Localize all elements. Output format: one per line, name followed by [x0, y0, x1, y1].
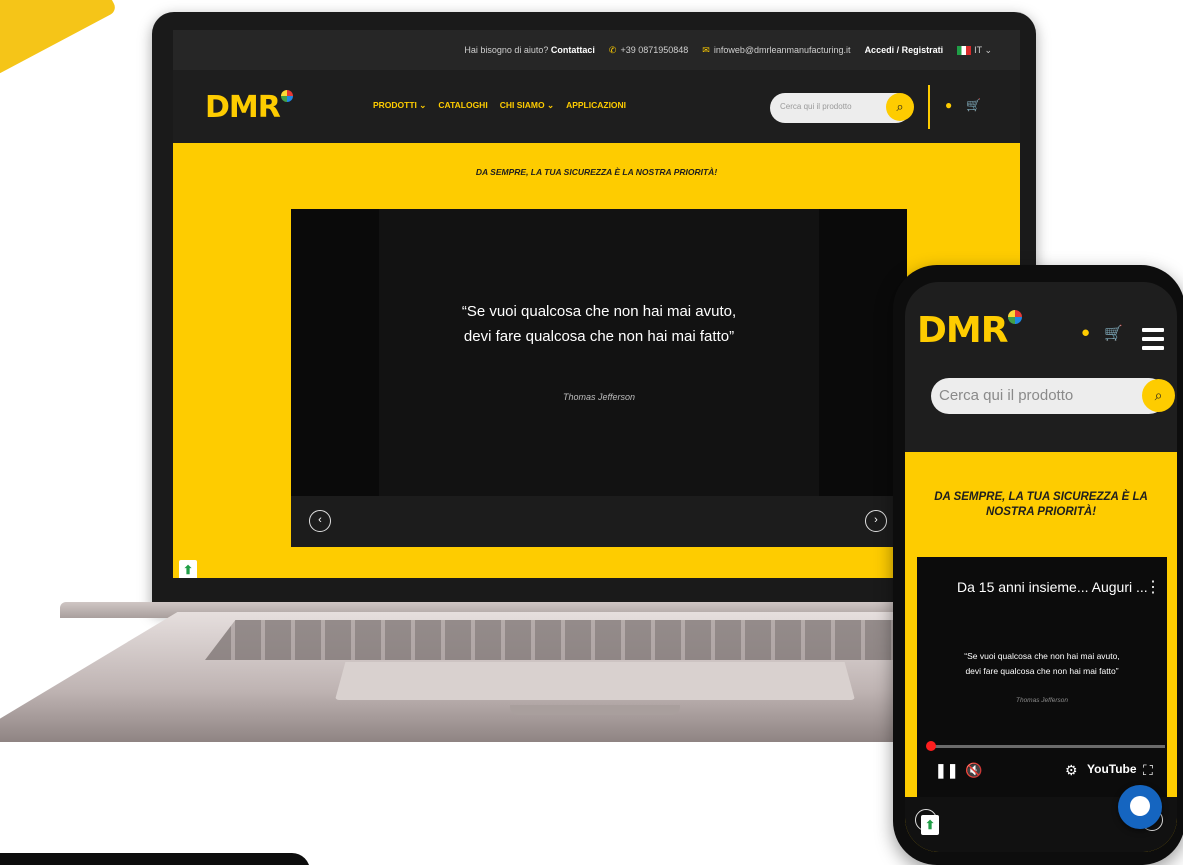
nav-divider	[928, 85, 930, 129]
decorative-yellow-shape	[0, 0, 118, 77]
quote-text: “Se vuoi qualcosa che non hai mai avuto,…	[291, 299, 907, 349]
language-label: IT	[974, 44, 982, 55]
menu-item-label: PRODOTTI	[373, 100, 417, 110]
tagline: DA SEMPRE, LA TUA SICUREZZA È LA NOSTRA …	[475, 167, 718, 177]
pause-icon[interactable]: ❚❚	[935, 762, 958, 779]
carousel-controls: ‹ ›	[291, 496, 907, 547]
chevron-left-icon: ‹	[318, 514, 322, 526]
help-text: Hai bisogno di aiuto?	[464, 45, 549, 55]
dmr-logo[interactable]: DMR	[205, 90, 293, 125]
user-icon[interactable]: ●	[1081, 324, 1090, 342]
laptop-trackpad	[335, 662, 855, 700]
chevron-down-icon: ⌄	[419, 100, 427, 110]
email-address: infoweb@dmrleanmanufacturing.it	[713, 44, 851, 55]
nav-icons: ● 🛒	[945, 98, 981, 112]
more-options-icon[interactable]: ⋮	[1145, 577, 1161, 597]
decorative-black-shape	[0, 853, 310, 865]
chevron-right-icon: ›	[874, 514, 878, 526]
laptop-keyboard	[205, 620, 965, 660]
logo-text: DMR	[205, 90, 281, 125]
help-text-group: Hai bisogno di aiuto? Contattaci	[464, 45, 595, 55]
phone-number: +39 0871950848	[620, 44, 689, 55]
video-frame	[379, 209, 819, 496]
quote-author: Thomas Jefferson	[1015, 697, 1069, 704]
progress-handle[interactable]	[926, 741, 936, 751]
video-player[interactable]: “Se vuoi qualcosa che non hai mai avuto,…	[291, 209, 907, 547]
chevron-down-icon: ⌄	[546, 100, 555, 110]
quote-line: devi fare qualcosa che non hai mai fatto…	[965, 666, 1119, 676]
cart-icon[interactable]: 🛒	[966, 98, 981, 112]
quote-line: “Se vuoi qualcosa che non hai mai avuto,	[461, 303, 737, 320]
carousel-next-button[interactable]: ›	[865, 510, 887, 532]
player-controls: ❚❚ 🔇 ⚙ YouTube ⛶	[935, 762, 1161, 782]
menu-item-applicazioni[interactable]: APPLICAZIONI	[566, 100, 626, 111]
laptop-notch	[510, 705, 680, 715]
logo-text: DMR	[917, 310, 1008, 351]
mockup-stage: Hai bisogno di aiuto? Contattaci ✆ +39 08…	[0, 0, 1183, 865]
search-icon: ⌕	[1154, 387, 1163, 403]
menu-item-label: CHI SIAMO	[499, 100, 545, 110]
chevron-down-icon: ⌄	[984, 44, 992, 55]
envelope-icon: ✉	[702, 44, 710, 55]
quote-line: devi fare qualcosa che non hai mai fatto…	[463, 328, 735, 345]
menu-item-prodotti[interactable]: PRODOTTI ⌄	[373, 100, 426, 111]
carousel-prev-button[interactable]: ‹	[309, 510, 331, 532]
search-button[interactable]: ⌕	[886, 93, 914, 121]
quote-text: “Se vuoi qualcosa che non hai mai avuto,…	[917, 649, 1167, 679]
search-icon: ⌕	[896, 99, 904, 114]
dmr-logo[interactable]: DMR	[917, 310, 1023, 351]
youtube-player[interactable]: Da 15 anni insieme... Auguri ... ⋮ “Se v…	[917, 557, 1167, 797]
login-link[interactable]: Accedi / Registrati	[865, 45, 944, 55]
user-icon[interactable]: ●	[945, 98, 952, 112]
logo-mark-icon	[280, 90, 293, 102]
menu-item-cataloghi[interactable]: CATALOGHI	[438, 100, 487, 111]
menu-item-chi-siamo[interactable]: CHI SIAMO ⌄	[500, 100, 554, 111]
cart-icon[interactable]: 🛒	[1104, 324, 1123, 342]
phone-nav-icons: ● 🛒	[1081, 324, 1123, 342]
search-button[interactable]: ⌕	[1142, 379, 1175, 412]
main-navbar: DMR PRODOTTI ⌄ CATALOGHI CHI SIAMO ⌄ APP…	[173, 70, 1020, 143]
arrow-up-icon: ⬆	[182, 563, 194, 577]
contact-link[interactable]: Contattaci	[551, 45, 595, 55]
tagline: DA SEMPRE, LA TUA SICUREZZA È LA NOSTRA …	[934, 491, 1148, 518]
logo-mark-icon	[1008, 310, 1023, 324]
chat-button[interactable]	[1118, 785, 1162, 829]
language-selector[interactable]: IT ⌄	[957, 45, 992, 56]
top-bar: Hai bisogno di aiuto? Contattaci ✆ +39 08…	[173, 30, 1020, 70]
video-title[interactable]: Da 15 anni insieme... Auguri ...	[957, 579, 1148, 595]
scroll-top-button[interactable]: ⬆	[921, 815, 939, 835]
phone-link[interactable]: ✆ +39 0871950848	[609, 45, 688, 56]
scroll-top-button[interactable]: ⬆	[179, 560, 197, 578]
email-link[interactable]: ✉ infoweb@dmrleanmanufacturing.it	[702, 45, 850, 56]
chat-icon	[1130, 796, 1150, 816]
arrow-up-icon: ⬆	[924, 818, 936, 832]
hamburger-menu-icon[interactable]	[1142, 328, 1164, 355]
phone-screen: DMR ● 🛒 Cerca qui il prodotto ⌕ DA SEMPR…	[905, 282, 1177, 852]
mute-icon[interactable]: 🔇	[965, 762, 982, 779]
italy-flag-icon	[957, 45, 972, 55]
phone-icon: ✆	[608, 44, 617, 55]
fullscreen-icon[interactable]: ⛶	[1143, 762, 1153, 779]
video-progress-bar[interactable]	[929, 745, 1165, 748]
main-menu: PRODOTTI ⌄ CATALOGHI CHI SIAMO ⌄ APPLICA…	[373, 100, 626, 111]
quote-author: Thomas Jefferson	[562, 392, 636, 402]
youtube-logo[interactable]: YouTube	[1087, 762, 1137, 776]
gear-icon[interactable]: ⚙	[1065, 762, 1078, 779]
quote-line: “Se vuoi qualcosa che non hai mai avuto,	[964, 651, 1120, 661]
search-input[interactable]: Cerca qui il prodotto	[931, 378, 1167, 414]
